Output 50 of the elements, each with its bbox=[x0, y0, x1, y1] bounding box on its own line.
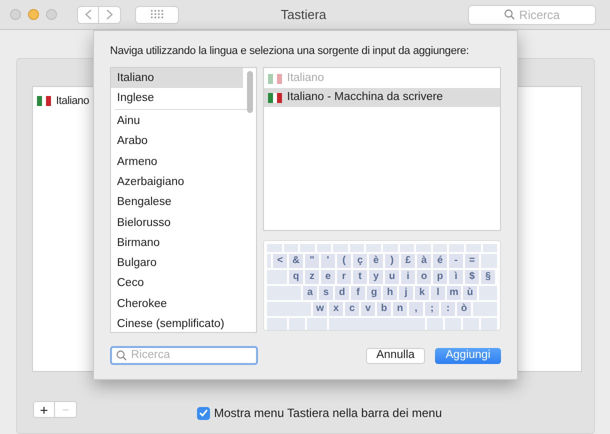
keyboard-key: ù bbox=[463, 286, 477, 300]
keyboard-key: ( bbox=[337, 254, 351, 268]
keyboard-key: ò bbox=[457, 302, 471, 316]
keyboard-key: v bbox=[361, 302, 375, 316]
keyboard-key: u bbox=[385, 270, 399, 284]
keyboard-key: ' bbox=[321, 254, 335, 268]
keyboard-key: è bbox=[369, 254, 383, 268]
keyboard-key: e bbox=[321, 270, 335, 284]
keyboard-key: < bbox=[273, 254, 287, 268]
window-title: Tastiera bbox=[280, 6, 328, 24]
keyboard-key: w bbox=[313, 302, 327, 316]
keyboard-key: " bbox=[305, 254, 319, 268]
keyboard-key: y bbox=[369, 270, 383, 284]
keyboard-key: £ bbox=[401, 254, 415, 268]
prompt-text: Naviga utilizzando la lingua e seleziona una sorgente di input da aggiungere: bbox=[110, 44, 470, 59]
keyboard-key: f bbox=[351, 286, 365, 300]
keyboard-key: s bbox=[319, 286, 333, 300]
keyboard-key: h bbox=[383, 286, 397, 300]
checkbox-label: Mostra menu Tastiera nella barra dei menu bbox=[214, 405, 442, 422]
keyboard-key: § bbox=[481, 270, 495, 284]
keyboard-key: ; bbox=[425, 302, 439, 316]
keyboard-key: ì bbox=[449, 270, 463, 284]
keyboard-key: ) bbox=[385, 254, 399, 268]
keyboard-key: g bbox=[367, 286, 381, 300]
keyboard-key: d bbox=[335, 286, 349, 300]
keyboard-key: b bbox=[377, 302, 391, 316]
keyboard-key: m bbox=[447, 286, 461, 300]
keyboard-key: : bbox=[441, 302, 455, 316]
keyboard-key: = bbox=[465, 254, 479, 268]
keyboard-key: à bbox=[417, 254, 431, 268]
keyboard-key: o bbox=[417, 270, 431, 284]
keyboard-key: & bbox=[289, 254, 303, 268]
keyboard-key: l bbox=[431, 286, 445, 300]
keyboard-key: j bbox=[399, 286, 413, 300]
keyboard-key: $ bbox=[465, 270, 479, 284]
keyboard-key: - bbox=[449, 254, 463, 268]
keyboard-key: n bbox=[393, 302, 407, 316]
keyboard-key: q bbox=[289, 270, 303, 284]
keyboard-key: p bbox=[433, 270, 447, 284]
keyboard-key: z bbox=[305, 270, 319, 284]
keyboard-key: x bbox=[329, 302, 343, 316]
keyboard-key: é bbox=[433, 254, 447, 268]
keyboard-key: k bbox=[415, 286, 429, 300]
keyboard-key: , bbox=[409, 302, 423, 316]
keyboard-key: c bbox=[345, 302, 359, 316]
keyboard-key: t bbox=[353, 270, 367, 284]
keyboard-key: i bbox=[401, 270, 415, 284]
keyboard-key: a bbox=[303, 286, 317, 300]
keyboard-key: r bbox=[337, 270, 351, 284]
keyboard-key: ç bbox=[353, 254, 367, 268]
